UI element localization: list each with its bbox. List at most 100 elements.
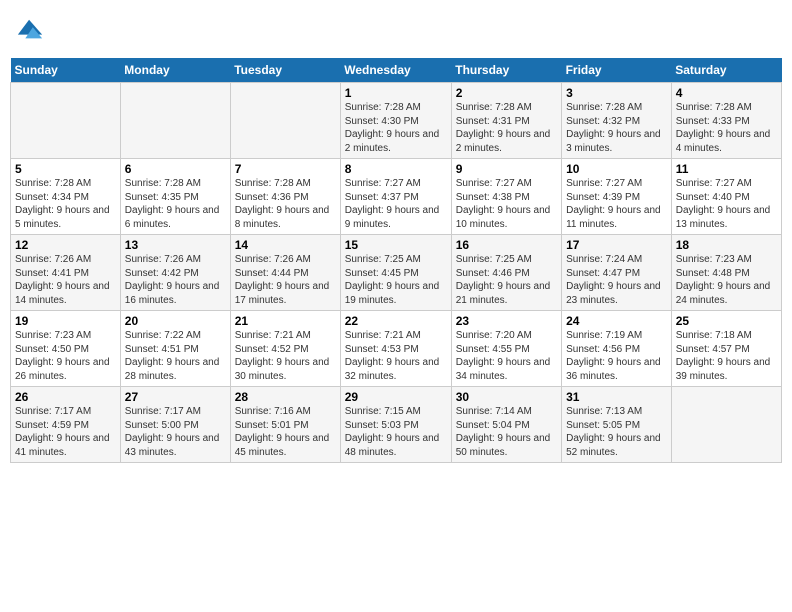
day-info: Sunrise: 7:28 AM Sunset: 4:30 PM Dayligh… — [345, 101, 447, 155]
calendar-week-row: 19Sunrise: 7:23 AM Sunset: 4:50 PM Dayli… — [11, 311, 782, 387]
calendar-week-row: 12Sunrise: 7:26 AM Sunset: 4:41 PM Dayli… — [11, 235, 782, 311]
calendar-cell: 25Sunrise: 7:18 AM Sunset: 4:57 PM Dayli… — [671, 311, 781, 387]
day-number: 15 — [345, 238, 447, 252]
day-number: 2 — [456, 86, 557, 100]
header-saturday: Saturday — [671, 58, 781, 83]
day-info: Sunrise: 7:28 AM Sunset: 4:32 PM Dayligh… — [566, 101, 667, 155]
calendar-cell: 4Sunrise: 7:28 AM Sunset: 4:33 PM Daylig… — [671, 83, 781, 159]
calendar-cell: 24Sunrise: 7:19 AM Sunset: 4:56 PM Dayli… — [562, 311, 672, 387]
calendar-cell: 27Sunrise: 7:17 AM Sunset: 5:00 PM Dayli… — [120, 387, 230, 463]
calendar-cell — [120, 83, 230, 159]
calendar-cell — [671, 387, 781, 463]
day-info: Sunrise: 7:28 AM Sunset: 4:33 PM Dayligh… — [676, 101, 777, 155]
calendar-cell: 7Sunrise: 7:28 AM Sunset: 4:36 PM Daylig… — [230, 159, 340, 235]
calendar-cell — [230, 83, 340, 159]
calendar-cell: 13Sunrise: 7:26 AM Sunset: 4:42 PM Dayli… — [120, 235, 230, 311]
day-number: 5 — [15, 162, 116, 176]
calendar-week-row: 1Sunrise: 7:28 AM Sunset: 4:30 PM Daylig… — [11, 83, 782, 159]
day-info: Sunrise: 7:27 AM Sunset: 4:37 PM Dayligh… — [345, 177, 447, 231]
day-number: 24 — [566, 314, 667, 328]
calendar-cell: 6Sunrise: 7:28 AM Sunset: 4:35 PM Daylig… — [120, 159, 230, 235]
day-info: Sunrise: 7:20 AM Sunset: 4:55 PM Dayligh… — [456, 329, 557, 383]
day-info: Sunrise: 7:26 AM Sunset: 4:44 PM Dayligh… — [235, 253, 336, 307]
calendar-cell: 31Sunrise: 7:13 AM Sunset: 5:05 PM Dayli… — [562, 387, 672, 463]
calendar-cell — [11, 83, 121, 159]
calendar-cell: 21Sunrise: 7:21 AM Sunset: 4:52 PM Dayli… — [230, 311, 340, 387]
header-wednesday: Wednesday — [340, 58, 451, 83]
calendar-cell: 22Sunrise: 7:21 AM Sunset: 4:53 PM Dayli… — [340, 311, 451, 387]
calendar-cell: 17Sunrise: 7:24 AM Sunset: 4:47 PM Dayli… — [562, 235, 672, 311]
day-info: Sunrise: 7:19 AM Sunset: 4:56 PM Dayligh… — [566, 329, 667, 383]
day-info: Sunrise: 7:26 AM Sunset: 4:41 PM Dayligh… — [15, 253, 116, 307]
calendar-cell: 8Sunrise: 7:27 AM Sunset: 4:37 PM Daylig… — [340, 159, 451, 235]
day-number: 29 — [345, 390, 447, 404]
day-info: Sunrise: 7:28 AM Sunset: 4:31 PM Dayligh… — [456, 101, 557, 155]
day-number: 16 — [456, 238, 557, 252]
day-number: 10 — [566, 162, 667, 176]
day-info: Sunrise: 7:26 AM Sunset: 4:42 PM Dayligh… — [125, 253, 226, 307]
calendar-cell: 20Sunrise: 7:22 AM Sunset: 4:51 PM Dayli… — [120, 311, 230, 387]
header-friday: Friday — [562, 58, 672, 83]
day-info: Sunrise: 7:28 AM Sunset: 4:36 PM Dayligh… — [235, 177, 336, 231]
day-number: 8 — [345, 162, 447, 176]
header-thursday: Thursday — [451, 58, 561, 83]
day-number: 31 — [566, 390, 667, 404]
day-number: 27 — [125, 390, 226, 404]
day-info: Sunrise: 7:27 AM Sunset: 4:39 PM Dayligh… — [566, 177, 667, 231]
day-info: Sunrise: 7:16 AM Sunset: 5:01 PM Dayligh… — [235, 405, 336, 459]
day-info: Sunrise: 7:14 AM Sunset: 5:04 PM Dayligh… — [456, 405, 557, 459]
day-number: 21 — [235, 314, 336, 328]
calendar-cell: 9Sunrise: 7:27 AM Sunset: 4:38 PM Daylig… — [451, 159, 561, 235]
day-number: 9 — [456, 162, 557, 176]
calendar-cell: 29Sunrise: 7:15 AM Sunset: 5:03 PM Dayli… — [340, 387, 451, 463]
day-info: Sunrise: 7:25 AM Sunset: 4:45 PM Dayligh… — [345, 253, 447, 307]
calendar-cell: 26Sunrise: 7:17 AM Sunset: 4:59 PM Dayli… — [11, 387, 121, 463]
day-info: Sunrise: 7:28 AM Sunset: 4:35 PM Dayligh… — [125, 177, 226, 231]
logo-icon — [16, 16, 44, 44]
day-number: 7 — [235, 162, 336, 176]
day-info: Sunrise: 7:24 AM Sunset: 4:47 PM Dayligh… — [566, 253, 667, 307]
calendar-cell: 1Sunrise: 7:28 AM Sunset: 4:30 PM Daylig… — [340, 83, 451, 159]
calendar-cell: 15Sunrise: 7:25 AM Sunset: 4:45 PM Dayli… — [340, 235, 451, 311]
calendar-cell: 16Sunrise: 7:25 AM Sunset: 4:46 PM Dayli… — [451, 235, 561, 311]
calendar-cell: 14Sunrise: 7:26 AM Sunset: 4:44 PM Dayli… — [230, 235, 340, 311]
calendar-cell: 3Sunrise: 7:28 AM Sunset: 4:32 PM Daylig… — [562, 83, 672, 159]
day-info: Sunrise: 7:28 AM Sunset: 4:34 PM Dayligh… — [15, 177, 116, 231]
calendar-cell: 30Sunrise: 7:14 AM Sunset: 5:04 PM Dayli… — [451, 387, 561, 463]
day-number: 12 — [15, 238, 116, 252]
calendar-cell: 2Sunrise: 7:28 AM Sunset: 4:31 PM Daylig… — [451, 83, 561, 159]
day-number: 28 — [235, 390, 336, 404]
calendar-cell: 19Sunrise: 7:23 AM Sunset: 4:50 PM Dayli… — [11, 311, 121, 387]
calendar-cell: 23Sunrise: 7:20 AM Sunset: 4:55 PM Dayli… — [451, 311, 561, 387]
day-info: Sunrise: 7:21 AM Sunset: 4:52 PM Dayligh… — [235, 329, 336, 383]
day-info: Sunrise: 7:15 AM Sunset: 5:03 PM Dayligh… — [345, 405, 447, 459]
calendar-week-row: 5Sunrise: 7:28 AM Sunset: 4:34 PM Daylig… — [11, 159, 782, 235]
calendar-cell: 28Sunrise: 7:16 AM Sunset: 5:01 PM Dayli… — [230, 387, 340, 463]
day-info: Sunrise: 7:17 AM Sunset: 4:59 PM Dayligh… — [15, 405, 116, 459]
day-info: Sunrise: 7:13 AM Sunset: 5:05 PM Dayligh… — [566, 405, 667, 459]
day-number: 18 — [676, 238, 777, 252]
calendar-header-row: SundayMondayTuesdayWednesdayThursdayFrid… — [11, 58, 782, 83]
day-info: Sunrise: 7:27 AM Sunset: 4:38 PM Dayligh… — [456, 177, 557, 231]
day-number: 14 — [235, 238, 336, 252]
header-sunday: Sunday — [11, 58, 121, 83]
day-number: 17 — [566, 238, 667, 252]
calendar-week-row: 26Sunrise: 7:17 AM Sunset: 4:59 PM Dayli… — [11, 387, 782, 463]
day-number: 11 — [676, 162, 777, 176]
day-number: 1 — [345, 86, 447, 100]
day-info: Sunrise: 7:21 AM Sunset: 4:53 PM Dayligh… — [345, 329, 447, 383]
day-info: Sunrise: 7:22 AM Sunset: 4:51 PM Dayligh… — [125, 329, 226, 383]
day-info: Sunrise: 7:18 AM Sunset: 4:57 PM Dayligh… — [676, 329, 777, 383]
calendar-cell: 10Sunrise: 7:27 AM Sunset: 4:39 PM Dayli… — [562, 159, 672, 235]
day-number: 19 — [15, 314, 116, 328]
calendar-cell: 18Sunrise: 7:23 AM Sunset: 4:48 PM Dayli… — [671, 235, 781, 311]
day-number: 20 — [125, 314, 226, 328]
day-number: 23 — [456, 314, 557, 328]
calendar-table: SundayMondayTuesdayWednesdayThursdayFrid… — [10, 58, 782, 463]
day-info: Sunrise: 7:27 AM Sunset: 4:40 PM Dayligh… — [676, 177, 777, 231]
header-tuesday: Tuesday — [230, 58, 340, 83]
day-number: 13 — [125, 238, 226, 252]
logo — [14, 16, 44, 44]
day-info: Sunrise: 7:23 AM Sunset: 4:48 PM Dayligh… — [676, 253, 777, 307]
day-number: 30 — [456, 390, 557, 404]
